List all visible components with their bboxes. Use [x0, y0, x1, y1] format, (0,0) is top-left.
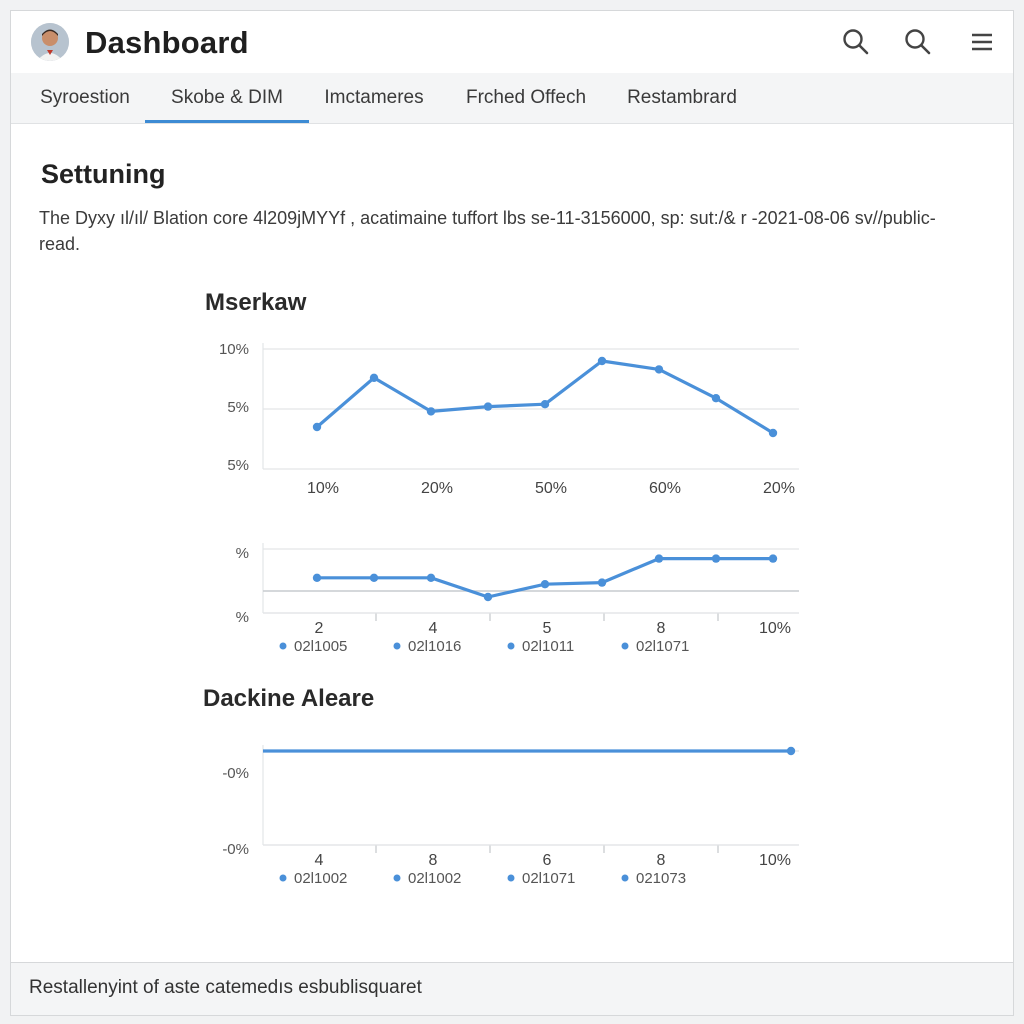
data-point[interactable]: [483, 592, 493, 602]
legend-marker: [507, 642, 515, 650]
footer-bar: Restallenyint of aste catemedıs esbublis…: [11, 962, 1013, 1015]
data-point[interactable]: [786, 746, 796, 756]
legend-label: 02l1002: [294, 870, 347, 887]
data-point[interactable]: [540, 580, 550, 589]
y-tick-label: -0%: [222, 765, 249, 782]
app-title: Dashboard: [85, 25, 249, 60]
legend-marker: [621, 874, 629, 882]
data-point[interactable]: [426, 407, 436, 416]
section-description: The Dyxy ıl/ıl/ Blation core 4l209jMYYf …: [39, 208, 936, 254]
x-tick-label: 8: [657, 620, 666, 637]
data-point[interactable]: [768, 428, 778, 438]
data-point[interactable]: [483, 402, 493, 411]
x-tick-label: 10%: [307, 480, 339, 497]
avatar-image: [31, 23, 69, 61]
avatar[interactable]: [31, 23, 69, 61]
legend-marker: [393, 642, 401, 650]
data-point[interactable]: [711, 554, 721, 563]
app-window: Dashboard Syroestion Skobe & DIM Imctame…: [10, 10, 1014, 1016]
data-point[interactable]: [369, 373, 379, 382]
x-tick-label: 20%: [421, 480, 453, 497]
data-point[interactable]: [312, 422, 322, 432]
y-tick-label: 5%: [227, 399, 249, 416]
x-tick-label: 50%: [535, 480, 567, 497]
data-point[interactable]: [540, 400, 550, 409]
x-tick-label: 6: [543, 852, 552, 869]
legend-label: 02l1005: [294, 638, 347, 655]
footer-text: Restallenyint of aste catemedıs esbublis…: [29, 977, 422, 998]
data-point[interactable]: [369, 573, 379, 582]
chart-dackine-aleare: -0% -0% 4 8 6 8 10% 02l1002 02l1002 02l1071 021073: [222, 745, 799, 887]
x-tick-label: 10%: [759, 620, 791, 637]
x-tick-label: 20%: [763, 480, 795, 497]
chart-mserkaw: 10% 5% 5% 10% 20% 50% 60% 20%: [219, 341, 799, 497]
chart-title-dackine-aleare: Dackine Aleare: [203, 685, 375, 712]
data-point[interactable]: [312, 573, 322, 582]
legend-marker: [279, 874, 287, 882]
x-tick-label: 10%: [759, 852, 791, 869]
legend-label: 02l1002: [408, 870, 461, 887]
data-point[interactable]: [768, 554, 778, 563]
y-tick-label: 5%: [227, 457, 249, 474]
x-tick-label: 60%: [649, 480, 681, 497]
tab-restambrard[interactable]: Restambrard: [615, 73, 749, 123]
x-tick-label: 8: [429, 852, 438, 869]
tab-imctameres[interactable]: Imctameres: [313, 73, 435, 123]
data-point[interactable]: [426, 573, 436, 582]
chart-title-mserkaw: Mserkaw: [205, 289, 307, 316]
section-title: Settuning: [41, 159, 166, 189]
tab-frched-offech[interactable]: Frched Offech: [451, 73, 601, 123]
legend-marker: [621, 642, 629, 650]
legend-label: 02l1071: [522, 870, 575, 887]
x-tick-label: 4: [429, 620, 438, 637]
data-point[interactable]: [597, 356, 607, 366]
legend-marker: [393, 874, 401, 882]
data-point[interactable]: [654, 365, 664, 374]
search-icon[interactable]: [903, 27, 933, 57]
tab-skobe-dim[interactable]: Skobe & DIM: [145, 73, 309, 123]
tab-bar: Syroestion Skobe & DIM Imctameres Frched…: [11, 73, 1013, 124]
legend-marker: [279, 642, 287, 650]
chart-secondary: %% 2 4 5 8 10% 02l1005 02l1016 02l1011 02l1071: [236, 543, 799, 655]
legend-label: 021073: [636, 870, 686, 887]
menu-icon[interactable]: [967, 27, 997, 57]
series-line: [315, 359, 774, 435]
legend-label: 02l1016: [408, 638, 461, 655]
x-tick-label: 2: [315, 620, 324, 637]
x-tick-label: 8: [657, 852, 666, 869]
x-tick-label: 4: [315, 852, 324, 869]
y-tick-label: %: [236, 545, 249, 562]
y-tick-label: 10%: [219, 341, 249, 358]
data-point[interactable]: [597, 578, 607, 587]
legend-marker: [507, 874, 515, 882]
search-icon[interactable]: [841, 27, 871, 57]
tab-syroestion[interactable]: Syroestion: [23, 73, 147, 123]
top-bar: Dashboard: [11, 11, 1013, 74]
x-tick-label: 5: [543, 620, 552, 637]
data-point[interactable]: [654, 554, 664, 563]
data-point[interactable]: [711, 394, 721, 403]
legend-label: 02l1071: [636, 638, 689, 655]
legend-label: 02l1011: [522, 638, 574, 655]
y-tick-label: -0%: [222, 841, 249, 858]
y-tick-label: %: [236, 609, 249, 626]
